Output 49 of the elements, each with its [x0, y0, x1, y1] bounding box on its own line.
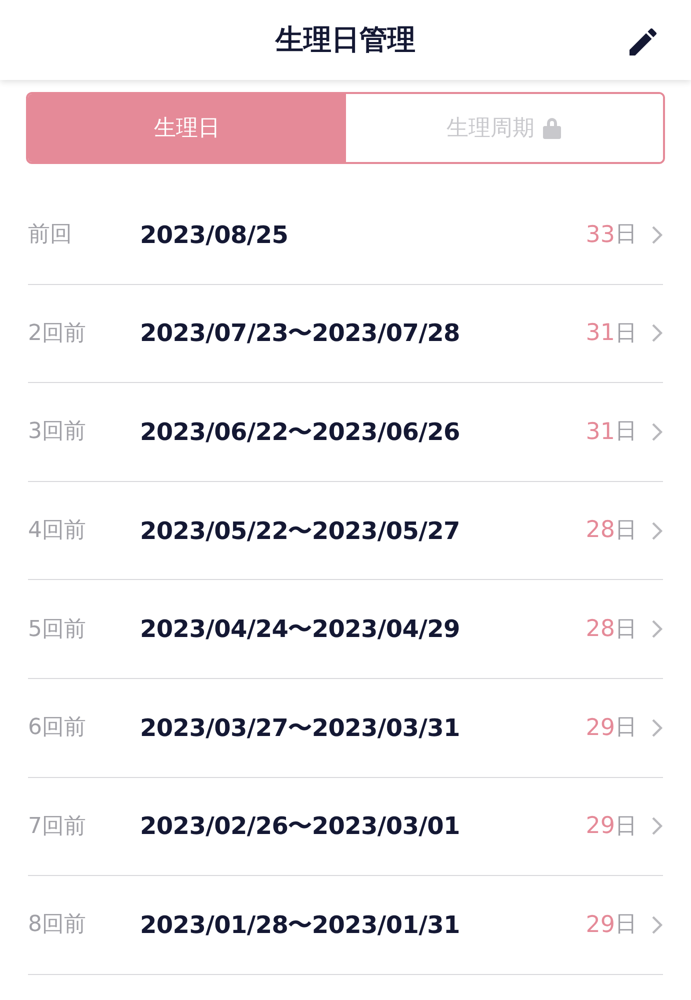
- days-unit: 日: [615, 221, 637, 250]
- record-dates: 2023/06/22〜2023/06/26: [140, 416, 461, 448]
- record-dates: 2023/01/28〜2023/01/31: [140, 910, 461, 941]
- record-dates: 2023/07/23〜2023/07/28: [140, 318, 461, 350]
- chevron-right-icon: [651, 718, 663, 738]
- chevron-right-icon: [651, 520, 663, 541]
- record-label: 5回前: [28, 616, 87, 644]
- cycle-days: 29: [586, 809, 615, 844]
- record-label: 7回前: [28, 812, 87, 841]
- days-unit: 日: [615, 616, 637, 644]
- record-dates: 2023/04/24〜2023/04/29: [140, 614, 461, 646]
- record-row[interactable]: 8回前 2023/01/28〜2023/01/31 29 日: [28, 876, 663, 975]
- cycle-days: 29: [586, 908, 615, 942]
- days-unit: 日: [615, 714, 637, 742]
- days-unit: 日: [615, 517, 637, 546]
- cycle-days: 31: [586, 316, 615, 351]
- record-row[interactable]: 前回 2023/08/25 33 日: [28, 186, 663, 285]
- record-row[interactable]: 4回前 2023/05/22〜2023/05/27 28 日: [28, 482, 663, 580]
- cycle-days: 28: [586, 513, 615, 548]
- record-row[interactable]: 3回前 2023/06/22〜2023/06/26 31 日: [28, 383, 663, 482]
- chevron-right-icon: [651, 914, 663, 935]
- record-row[interactable]: 5回前 2023/04/24〜2023/04/29 28 日: [28, 580, 663, 679]
- record-label: 2回前: [28, 320, 87, 348]
- record-row[interactable]: 6回前 2023/03/27〜2023/03/31 29 日: [28, 678, 663, 778]
- cycle-days: 31: [586, 414, 615, 450]
- record-label: 6回前: [28, 714, 87, 742]
- record-row[interactable]: 7回前 2023/02/26〜2023/03/01 29 日: [28, 778, 663, 876]
- record-dates: 2023/05/22〜2023/05/27: [140, 516, 461, 547]
- chevron-right-icon: [651, 816, 663, 836]
- record-dates: 2023/02/26〜2023/03/01: [140, 811, 461, 842]
- chevron-right-icon: [651, 619, 663, 640]
- record-dates: 2023/08/25: [140, 220, 290, 251]
- days-unit: 日: [615, 320, 637, 348]
- page-title: 生理日管理: [276, 22, 416, 58]
- chevron-right-icon: [651, 224, 663, 245]
- days-unit: 日: [615, 812, 637, 841]
- record-dates: 2023/03/27〜2023/03/31: [140, 712, 461, 744]
- cycle-days: 29: [586, 710, 615, 746]
- cycle-days: 28: [586, 612, 615, 646]
- chevron-right-icon: [651, 323, 663, 344]
- record-label: 前回: [28, 221, 73, 250]
- days-unit: 日: [615, 911, 637, 940]
- record-label: 3回前: [28, 418, 87, 446]
- cycle-days: 33: [586, 218, 615, 252]
- record-label: 4回前: [28, 517, 87, 546]
- chevron-right-icon: [651, 422, 663, 442]
- record-label: 8回前: [28, 911, 87, 940]
- days-unit: 日: [615, 418, 637, 446]
- record-row[interactable]: 2回前 2023/07/23〜2023/07/28 31 日: [28, 284, 663, 384]
